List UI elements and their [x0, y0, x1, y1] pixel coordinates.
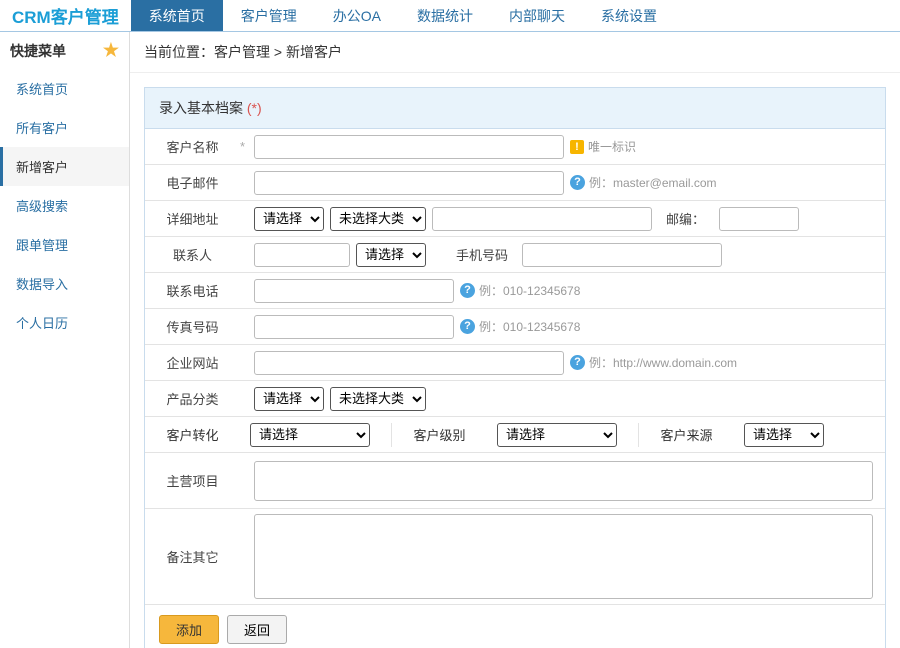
- label-name: 客户名称: [145, 137, 240, 156]
- hint-email: ? 例：master@email.com: [570, 174, 717, 191]
- select-convert[interactable]: 请选择: [250, 423, 370, 447]
- input-zip[interactable]: [719, 207, 799, 231]
- hint-email-text: 例：master@email.com: [589, 174, 717, 191]
- add-button[interactable]: 添加: [159, 615, 219, 644]
- label-address: 详细地址: [145, 209, 240, 228]
- row-fax: 传真号码 ? 例：010-12345678: [145, 309, 885, 345]
- hint-unique: ! 唯一标识: [570, 138, 636, 155]
- input-fax[interactable]: [254, 315, 454, 339]
- main-content: 当前位置：客户管理 > 新增客户 录入基本档案 (*) 客户名称 * ! 唯一标…: [130, 32, 900, 648]
- label-convert: 客户转化: [145, 425, 240, 444]
- input-website[interactable]: [254, 351, 564, 375]
- select-region[interactable]: 请选择: [254, 207, 324, 231]
- row-mainbiz: 主营项目: [145, 453, 885, 509]
- input-mobile[interactable]: [522, 243, 722, 267]
- label-website: 企业网站: [145, 353, 240, 372]
- star-icon[interactable]: ★: [103, 40, 119, 61]
- select-level[interactable]: 请选择: [497, 423, 617, 447]
- help-icon: ?: [570, 355, 585, 370]
- select-product-2[interactable]: 未选择大类: [330, 387, 426, 411]
- hint-website-text: 例：http://www.domain.com: [589, 354, 737, 371]
- help-icon: ?: [460, 319, 475, 334]
- label-zip: 邮编：: [658, 209, 713, 228]
- input-phone[interactable]: [254, 279, 454, 303]
- form-panel: 录入基本档案 (*) 客户名称 * ! 唯一标识 电子邮件: [144, 87, 886, 648]
- sidebar-title: 快捷菜单: [10, 41, 66, 61]
- back-button[interactable]: 返回: [227, 615, 287, 644]
- row-name: 客户名称 * ! 唯一标识: [145, 129, 885, 165]
- row-email: 电子邮件 ? 例：master@email.com: [145, 165, 885, 201]
- hint-website: ? 例：http://www.domain.com: [570, 354, 737, 371]
- input-address[interactable]: [432, 207, 652, 231]
- label-source: 客户来源: [639, 425, 734, 444]
- help-icon: ?: [570, 175, 585, 190]
- side-item-followup[interactable]: 跟单管理: [0, 225, 129, 264]
- label-level: 客户级别: [392, 425, 487, 444]
- nav-home[interactable]: 系统首页: [131, 0, 223, 31]
- select-contact-title[interactable]: 请选择: [356, 243, 426, 267]
- nav-oa[interactable]: 办公OA: [315, 0, 399, 31]
- row-convert: 客户转化 请选择 客户级别 请选择 客户来源 请选择: [145, 417, 885, 453]
- label-contact: 联系人: [145, 245, 240, 264]
- row-website: 企业网站 ? 例：http://www.domain.com: [145, 345, 885, 381]
- action-bar: 添加 返回: [145, 605, 885, 648]
- textarea-mainbiz[interactable]: [254, 461, 873, 501]
- side-item-new-customer[interactable]: 新增客户: [0, 147, 129, 186]
- select-product-1[interactable]: 请选择: [254, 387, 324, 411]
- panel-title-text: 录入基本档案: [159, 100, 247, 116]
- hint-unique-text: 唯一标识: [588, 138, 636, 155]
- side-item-all-customers[interactable]: 所有客户: [0, 108, 129, 147]
- hint-phone: ? 例：010-12345678: [460, 282, 580, 299]
- input-customer-name[interactable]: [254, 135, 564, 159]
- side-item-calendar[interactable]: 个人日历: [0, 303, 129, 342]
- panel-title: 录入基本档案 (*): [145, 88, 885, 129]
- nav-settings[interactable]: 系统设置: [583, 0, 675, 31]
- row-phone: 联系电话 ? 例：010-12345678: [145, 273, 885, 309]
- brand-title: CRM客户管理: [0, 3, 131, 28]
- row-remark: 备注其它: [145, 509, 885, 605]
- row-product: 产品分类 请选择 未选择大类: [145, 381, 885, 417]
- label-product: 产品分类: [145, 389, 240, 408]
- side-item-import[interactable]: 数据导入: [0, 264, 129, 303]
- breadcrumb: 当前位置：客户管理 > 新增客户: [130, 32, 900, 73]
- side-item-advanced-search[interactable]: 高级搜索: [0, 186, 129, 225]
- hint-phone-text: 例：010-12345678: [479, 282, 580, 299]
- select-category[interactable]: 未选择大类: [330, 207, 426, 231]
- label-mobile: 手机号码: [448, 245, 516, 264]
- required-mark: *: [240, 139, 254, 154]
- row-address: 详细地址 请选择 未选择大类 邮编：: [145, 201, 885, 237]
- warning-icon: !: [570, 140, 584, 154]
- side-item-home[interactable]: 系统首页: [0, 69, 129, 108]
- label-mainbiz: 主营项目: [145, 471, 240, 490]
- hint-fax-text: 例：010-12345678: [479, 318, 580, 335]
- textarea-remark[interactable]: [254, 514, 873, 599]
- sidebar-header: 快捷菜单 ★: [0, 32, 129, 69]
- help-icon: ?: [460, 283, 475, 298]
- label-fax: 传真号码: [145, 317, 240, 336]
- panel-title-req: (*): [247, 100, 262, 116]
- label-remark: 备注其它: [145, 547, 240, 566]
- select-source[interactable]: 请选择: [744, 423, 824, 447]
- input-email[interactable]: [254, 171, 564, 195]
- top-bar: CRM客户管理 系统首页 客户管理 办公OA 数据统计 内部聊天 系统设置: [0, 0, 900, 32]
- label-email: 电子邮件: [145, 173, 240, 192]
- nav-chat[interactable]: 内部聊天: [491, 0, 583, 31]
- top-nav: 系统首页 客户管理 办公OA 数据统计 内部聊天 系统设置: [131, 0, 675, 31]
- label-phone: 联系电话: [145, 281, 240, 300]
- input-contact[interactable]: [254, 243, 350, 267]
- nav-customer[interactable]: 客户管理: [223, 0, 315, 31]
- hint-fax: ? 例：010-12345678: [460, 318, 580, 335]
- nav-stats[interactable]: 数据统计: [399, 0, 491, 31]
- row-contact: 联系人 请选择 手机号码: [145, 237, 885, 273]
- sidebar: 快捷菜单 ★ 系统首页 所有客户 新增客户 高级搜索 跟单管理 数据导入 个人日…: [0, 32, 130, 648]
